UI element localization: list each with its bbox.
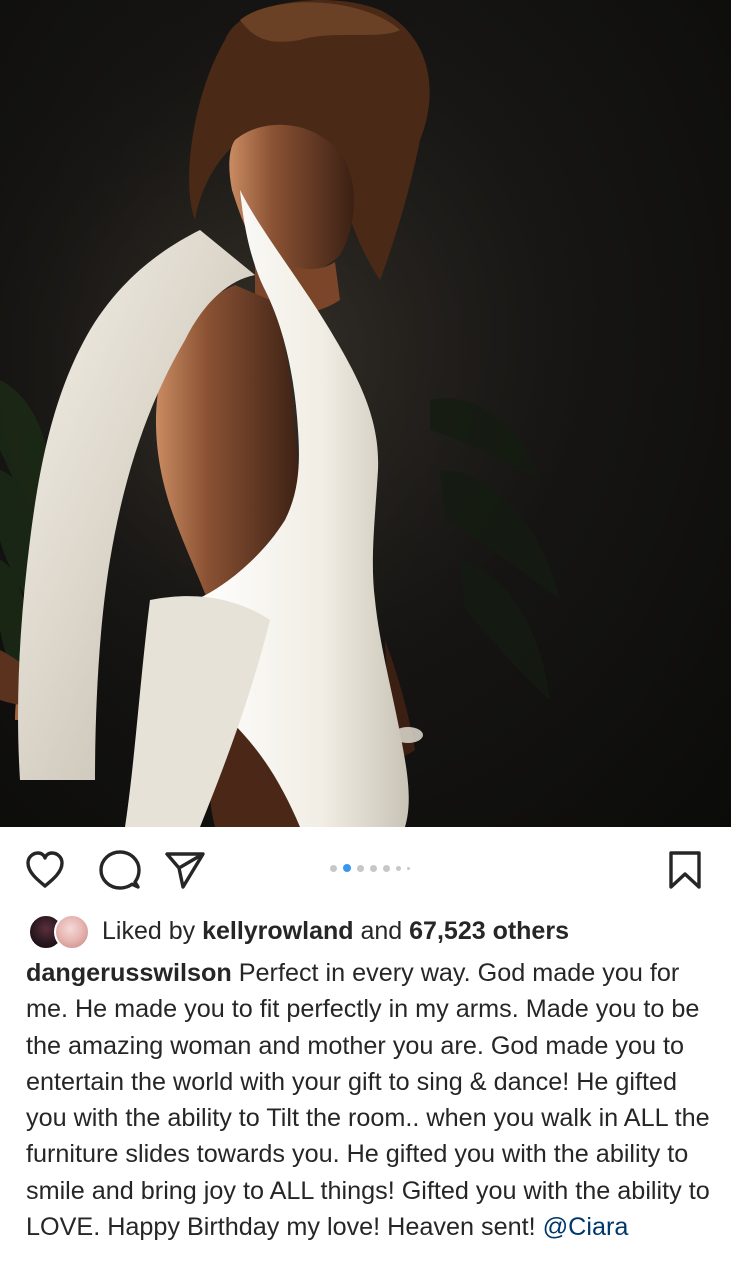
carousel-dot [370, 864, 377, 872]
likes-count[interactable]: 67,523 others [409, 917, 569, 945]
carousel-dot [330, 864, 337, 872]
like-button[interactable] [22, 847, 68, 893]
likes-joiner: and [360, 917, 403, 945]
paper-plane-icon [165, 852, 205, 889]
caption-text: Perfect in every way. God made you for m… [26, 959, 710, 1242]
carousel-dot [383, 864, 390, 872]
caption-username[interactable]: dangerusswilson [26, 959, 232, 987]
share-button[interactable] [162, 847, 208, 893]
carousel-dot-active [343, 864, 351, 872]
likes-prefix: Liked by [102, 917, 196, 945]
avatar [54, 914, 90, 950]
likes-row[interactable]: Liked by kellyrowland and 67,523 others [28, 913, 718, 950]
comment-icon [99, 850, 141, 890]
caption-mention[interactable]: @Ciara [543, 1213, 629, 1241]
liker-username[interactable]: kellyrowland [202, 917, 353, 945]
carousel-dot [357, 864, 364, 872]
post-photo-illustration [0, 0, 731, 827]
post-photo[interactable] [0, 0, 731, 827]
post-caption: dangerusswilson Perfect in every way. Go… [26, 955, 716, 1245]
likes-text: Liked by kellyrowland and 67,523 others [102, 915, 569, 947]
comment-button[interactable] [97, 847, 143, 893]
carousel-dot [407, 866, 410, 870]
liker-avatars [28, 914, 90, 950]
post-action-bar [0, 827, 731, 913]
carousel-dot [396, 865, 401, 871]
bookmark-icon [669, 851, 701, 889]
heart-icon [26, 851, 64, 888]
save-button[interactable] [662, 847, 708, 893]
carousel-indicator [330, 864, 410, 872]
